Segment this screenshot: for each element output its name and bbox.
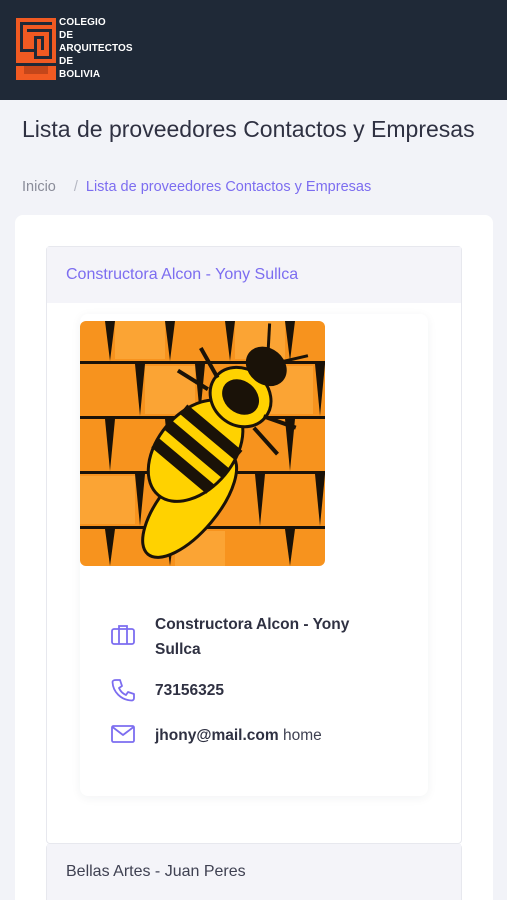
logo-line: DE [59,30,74,41]
provider-email-label: home [282,727,322,744]
cab-logo[interactable] [16,18,56,80]
breadcrumb-separator: / [73,179,78,195]
provider-company-name: Constructora Alcon - Yony Sullca [155,612,349,662]
logo-line: COLEGIO [59,17,106,28]
briefcase-icon [111,625,135,645]
provider-phone-row: 73156325 [110,677,224,703]
provider-email-row: jhony@mail.com home [110,721,322,747]
provider-accordion-item: Bellas Artes - Juan Peres [46,844,462,900]
top-navbar: COLEGIO DE ARQUITECTOS DE BOLIVIA [0,0,507,100]
provider-email[interactable]: jhony@mail.com [155,727,279,744]
provider-company-line: Sullca [155,641,201,658]
breadcrumb: Inicio / Lista de proveedores Contactos y … [22,179,371,195]
breadcrumb-home-link[interactable]: Inicio [22,179,56,195]
logo-text: COLEGIO DE ARQUITECTOS DE BOLIVIA [59,16,133,81]
logo-line: BOLIVIA [59,69,101,80]
provider-logo-image [80,321,325,566]
logo-line: DE [59,56,74,67]
mail-icon [111,725,135,743]
provider-accordion-header[interactable]: Constructora Alcon - Yony Sullca [47,247,461,303]
provider-accordion-header[interactable]: Bellas Artes - Juan Peres [47,844,461,900]
breadcrumb-current: Lista de proveedores Contactos y Empresa… [85,179,372,195]
provider-company-line: Constructora Alcon - Yony [155,616,350,633]
provider-email-line: jhony@mail.com home [155,723,322,748]
provider-company-row: Constructora Alcon - Yony Sullca [110,616,349,658]
provider-phone[interactable]: 73156325 [155,678,224,703]
page-title: Lista de proveedores Contactos y Empresa… [22,116,475,142]
phone-icon [111,679,135,702]
logo-line: ARQUITECTOS [59,43,133,54]
